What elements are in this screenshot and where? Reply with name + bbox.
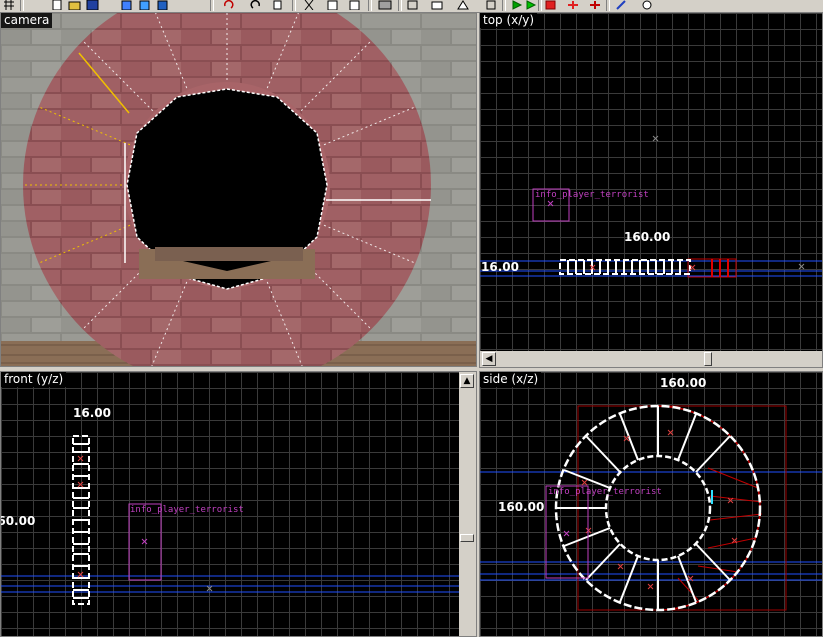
- brush-icon[interactable]: [138, 0, 152, 10]
- top-viewport-label: top (x/y): [480, 13, 538, 28]
- properties-icon[interactable]: [614, 0, 628, 10]
- front-width-dimension: 16.00: [73, 406, 111, 420]
- side-height-dimension: 160.00: [498, 500, 545, 514]
- entity-label: info_player_terrorist: [535, 190, 649, 200]
- select-icon[interactable]: [406, 0, 420, 10]
- grid-icon[interactable]: [2, 0, 16, 10]
- top-viewport[interactable]: top (x/y) info_player_terrorist 160.00 1…: [479, 12, 823, 368]
- toolbar-separator: [538, 0, 542, 11]
- undo-icon[interactable]: [222, 0, 236, 10]
- cut-icon[interactable]: [302, 0, 316, 10]
- entity-label: info_player_terrorist: [130, 505, 244, 515]
- face-icon[interactable]: [156, 0, 170, 10]
- redo-icon[interactable]: [248, 0, 262, 10]
- scroll-left-icon[interactable]: ◀: [482, 352, 496, 366]
- tie-to-entity-icon[interactable]: [640, 0, 654, 10]
- top-width-dimension: 160.00: [624, 230, 671, 244]
- group-icon[interactable]: [566, 0, 580, 10]
- camera-viewport[interactable]: camera: [0, 12, 477, 367]
- scroll-thumb[interactable]: [460, 534, 474, 542]
- camera-icon[interactable]: [430, 0, 444, 10]
- open-file-icon[interactable]: [68, 0, 82, 10]
- toolbar-separator: [606, 0, 610, 11]
- top-height-dimension: 16.00: [481, 260, 519, 274]
- save-file-icon[interactable]: [86, 0, 100, 10]
- entity-icon[interactable]: [456, 0, 470, 10]
- toolbar-separator: [502, 0, 506, 11]
- copy-icon[interactable]: [272, 0, 286, 10]
- ungroup-icon[interactable]: [588, 0, 602, 10]
- scroll-thumb[interactable]: [704, 352, 712, 366]
- toolbar-separator: [368, 0, 372, 11]
- camera-scene: [1, 13, 476, 366]
- toolbar-separator: [20, 0, 24, 11]
- new-file-icon[interactable]: [50, 0, 64, 10]
- top-horizontal-scrollbar[interactable]: ◀: [480, 351, 822, 367]
- side-viewport[interactable]: side (x/z) info_player_terrorist 160.00 …: [479, 371, 823, 637]
- texture-icon[interactable]: [378, 0, 392, 10]
- side-viewport-label: side (x/z): [480, 372, 542, 387]
- toolbar-separator: [210, 0, 214, 11]
- scroll-up-icon[interactable]: ▲: [460, 374, 474, 388]
- paste-icon[interactable]: [326, 0, 340, 10]
- camera-viewport-label: camera: [1, 13, 53, 28]
- front-vertical-scrollbar[interactable]: ▲: [459, 372, 476, 636]
- clip-icon[interactable]: [348, 0, 362, 10]
- toolbar-separator: [398, 0, 402, 11]
- cube-icon[interactable]: [120, 0, 134, 10]
- entity-label: info_player_terrorist: [548, 487, 662, 497]
- run-map-icon[interactable]: [524, 0, 538, 10]
- side-width-dimension: 160.00: [660, 376, 707, 390]
- run-icon[interactable]: [510, 0, 524, 10]
- front-height-dimension: 160.00: [1, 514, 36, 528]
- carve-icon[interactable]: [544, 0, 558, 10]
- top-view-drawing: [480, 135, 822, 278]
- toolbar-separator: [292, 0, 296, 11]
- front-viewport[interactable]: front (y/z) info_player_terrorist 16.00 …: [0, 371, 477, 637]
- front-viewport-label: front (y/z): [1, 372, 67, 387]
- decal-icon[interactable]: [484, 0, 498, 10]
